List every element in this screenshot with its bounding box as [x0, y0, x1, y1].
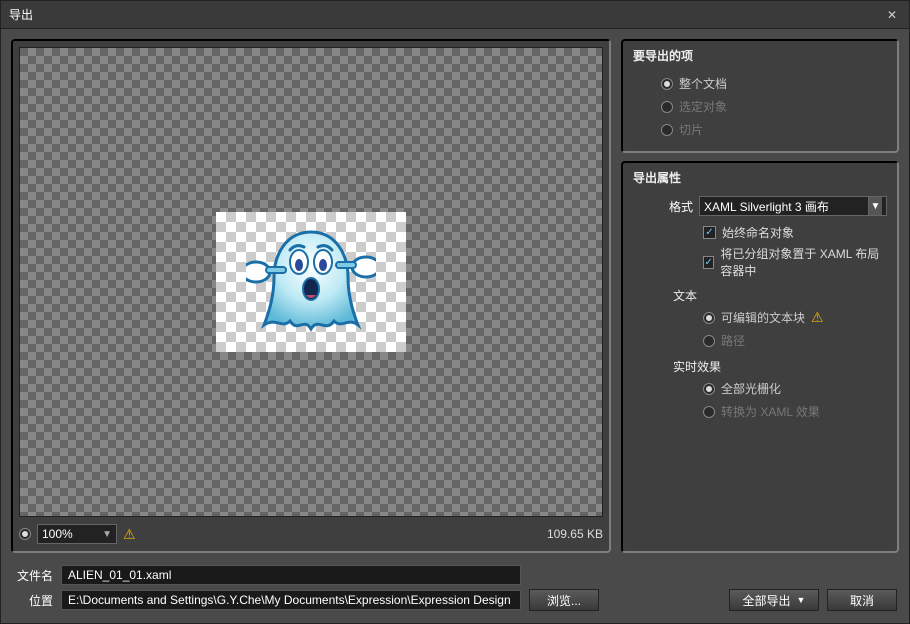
checkbox-icon [703, 256, 714, 269]
export-properties-group: 导出属性 格式 XAML Silverlight 3 画布 ▼ 始终命名对象 [621, 161, 899, 553]
opt-rasterize-all[interactable]: 全部光栅化 [633, 377, 887, 400]
filename-input[interactable]: ALIEN_01_01.xaml [61, 565, 521, 585]
zoom-mode-radio[interactable] [19, 528, 31, 540]
opt-whole-document[interactable]: 整个文档 [633, 72, 887, 95]
window-title: 导出 [9, 6, 883, 23]
titlebar: 导出 ✕ [1, 1, 909, 29]
chevron-down-icon: ▼ [868, 197, 882, 215]
radio-icon [703, 383, 715, 395]
filesize-label: 109.65 KB [547, 527, 603, 541]
preview-panel: 100% ▼ ⚠ 109.65 KB [11, 39, 611, 553]
radio-icon [661, 101, 673, 113]
group-title: 导出属性 [623, 163, 897, 190]
items-to-export-group: 要导出的项 整个文档 选定对象 切片 [621, 39, 899, 153]
radio-icon [703, 312, 715, 324]
browse-button[interactable]: 浏览... [529, 589, 599, 611]
cancel-button[interactable]: 取消 [827, 589, 897, 611]
radio-icon [703, 335, 715, 347]
artwork-ghost-icon [246, 217, 376, 347]
artwork-bounds [216, 212, 406, 352]
export-all-button[interactable]: 全部导出 ▼ [729, 589, 819, 611]
export-dialog: 导出 ✕ [0, 0, 910, 624]
warning-icon: ⚠ [123, 526, 136, 543]
chk-group-in-layout[interactable]: 将已分组对象置于 XAML 布局容器中 [633, 243, 887, 281]
text-section-label: 文本 [633, 281, 887, 306]
effects-section-label: 实时效果 [633, 352, 887, 377]
opt-selection: 选定对象 [633, 95, 887, 118]
opt-editable-text[interactable]: 可编辑的文本块 ⚠ [633, 306, 887, 329]
zoom-select[interactable]: 100% ▼ [37, 524, 117, 544]
format-label: 格式 [663, 198, 693, 215]
filename-label: 文件名 [13, 567, 53, 584]
checkbox-icon [703, 226, 716, 239]
radio-icon [661, 78, 673, 90]
group-title: 要导出的项 [623, 41, 897, 68]
format-select[interactable]: XAML Silverlight 3 画布 ▼ [699, 196, 887, 216]
opt-slices: 切片 [633, 118, 887, 141]
opt-convert-xaml-fx[interactable]: 转换为 XAML 效果 [633, 400, 887, 423]
location-input[interactable]: E:\Documents and Settings\G.Y.Che\My Doc… [61, 590, 521, 610]
chevron-down-icon: ▼ [797, 595, 806, 605]
close-icon[interactable]: ✕ [883, 6, 901, 24]
zoom-value: 100% [42, 527, 73, 541]
chevron-down-icon: ▼ [102, 529, 112, 540]
preview-area[interactable] [19, 47, 603, 517]
radio-icon [703, 406, 715, 418]
location-label: 位置 [13, 592, 53, 609]
chk-always-name[interactable]: 始终命名对象 [633, 222, 887, 243]
warning-icon: ⚠ [811, 309, 824, 326]
radio-icon [661, 124, 673, 136]
opt-paths[interactable]: 路径 [633, 329, 887, 352]
